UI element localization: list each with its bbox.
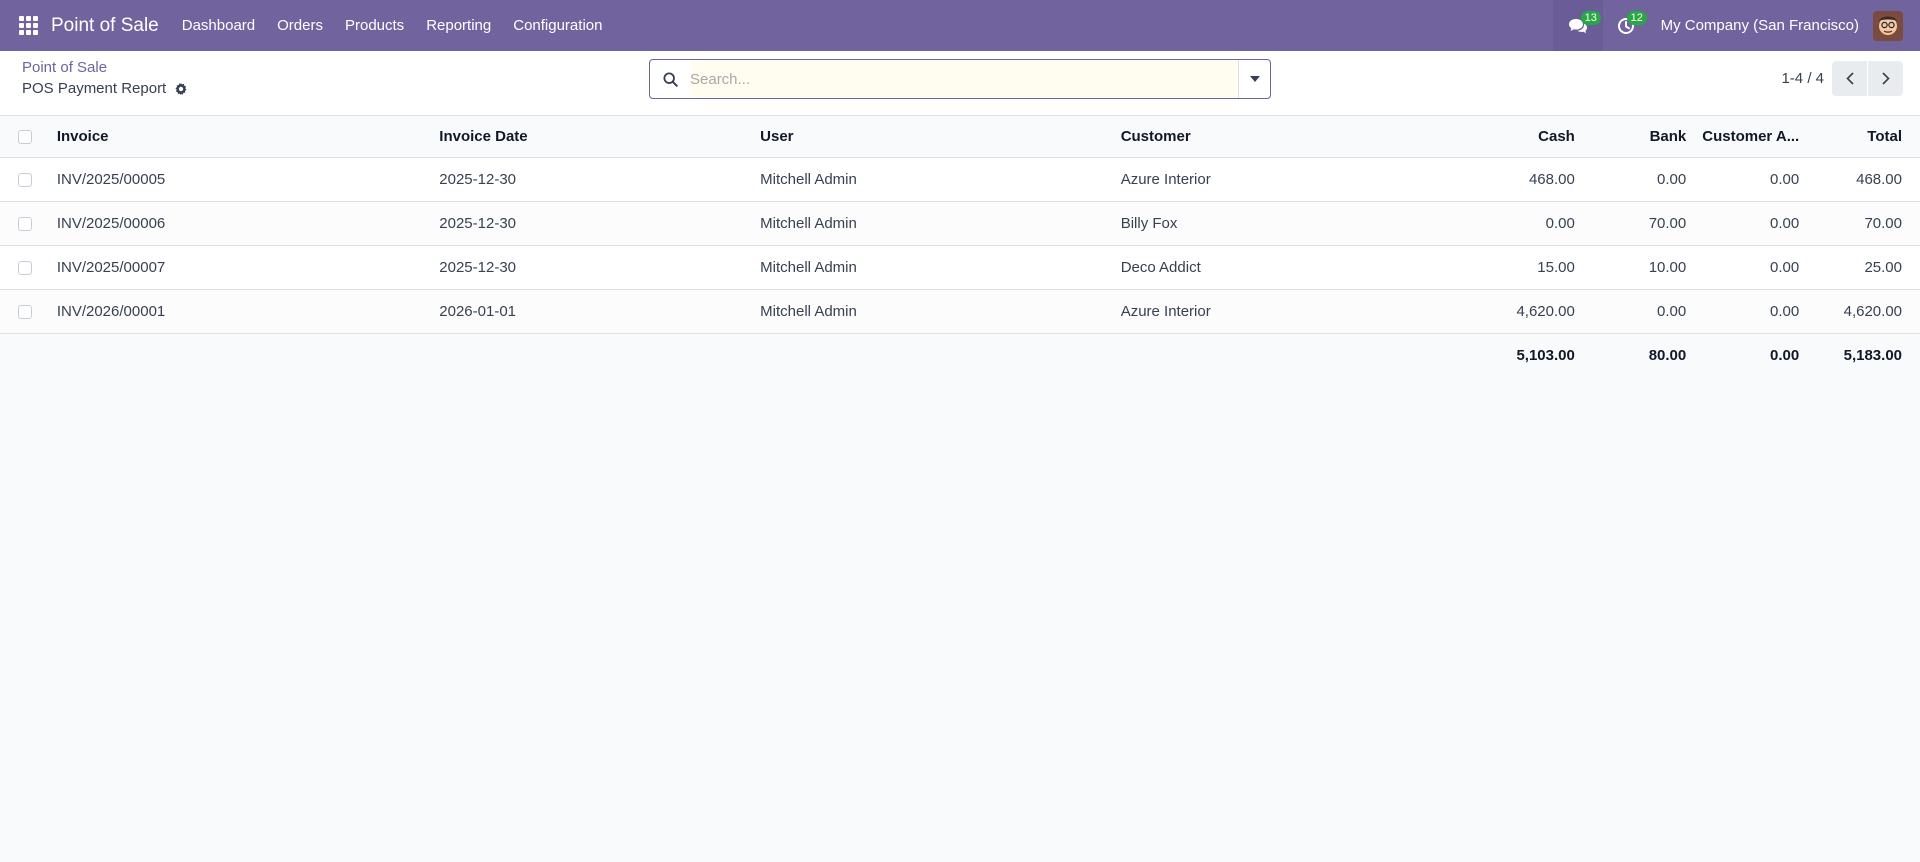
row-checkbox[interactable] [18,216,32,231]
menu-dashboard[interactable]: Dashboard [171,0,266,51]
cell-invoice: INV/2025/00005 [48,157,432,202]
cell-total: 25.00 [1807,245,1920,290]
row-select-cell [0,245,49,290]
menu-configuration[interactable]: Configuration [502,0,613,51]
cell-user: Mitchell Admin [752,157,1113,202]
table-row[interactable]: INV/2025/00007 2025-12-30 Mitchell Admin… [0,245,1920,290]
search-input[interactable] [690,60,1238,98]
total-bank: 80.00 [1582,333,1695,377]
cell-bank: 70.00 [1582,201,1695,246]
cell-invoice-date: 2025-12-30 [431,245,753,290]
cell-customer-account: 0.00 [1694,289,1808,334]
cell-total: 70.00 [1807,201,1920,246]
cell-user: Mitchell Admin [752,245,1113,290]
column-header-bank[interactable]: Bank [1582,116,1695,158]
cell-invoice: INV/2025/00007 [48,245,432,290]
column-header-customer[interactable]: Customer [1112,116,1411,158]
cell-total: 468.00 [1807,157,1920,202]
activity-button[interactable]: 12 [1603,0,1649,51]
totals-spacer [752,333,1113,377]
breadcrumb-point-of-sale[interactable]: Point of Sale [22,59,188,76]
cell-cash: 0.00 [1410,201,1583,246]
chevron-right-icon [1881,72,1890,85]
select-all-checkbox[interactable] [18,129,32,144]
table-row[interactable]: INV/2025/00006 2025-12-30 Mitchell Admin… [0,201,1920,246]
row-checkbox[interactable] [18,304,32,319]
column-header-cash[interactable]: Cash [1410,116,1583,158]
chat-count-badge: 13 [1580,11,1601,25]
table-row[interactable]: INV/2025/00005 2025-12-30 Mitchell Admin… [0,157,1920,202]
cell-invoice-date: 2026-01-01 [431,289,753,334]
table-row[interactable]: INV/2026/00001 2026-01-01 Mitchell Admin… [0,289,1920,334]
pager-previous-button[interactable] [1832,61,1867,96]
caret-down-icon [1249,76,1260,82]
cell-customer-account: 0.00 [1694,157,1808,202]
menu-orders[interactable]: Orders [266,0,334,51]
row-checkbox[interactable] [18,260,32,275]
pager-next-button[interactable] [1868,61,1903,96]
gear-icon[interactable] [174,82,188,96]
pager: 1-4 / 4 [1781,61,1903,96]
company-switcher[interactable]: My Company (San Francisco) [1661,17,1859,34]
user-avatar-icon [1873,10,1903,41]
cell-cash: 4,620.00 [1410,289,1583,334]
cell-customer: Azure Interior [1112,157,1411,202]
pager-value[interactable]: 1-4 / 4 [1781,70,1824,87]
row-checkbox[interactable] [18,172,32,187]
totals-spacer [48,333,432,377]
cell-bank: 0.00 [1582,157,1695,202]
cell-user: Mitchell Admin [752,201,1113,246]
column-header-invoice-date[interactable]: Invoice Date [431,116,753,158]
search-options-toggle[interactable] [1238,60,1270,98]
cell-cash: 468.00 [1410,157,1583,202]
page-title: POS Payment Report [22,80,167,97]
table-header-row: Invoice Invoice Date User Customer Cash … [0,116,1920,158]
row-select-cell [0,289,49,334]
cell-total: 4,620.00 [1807,289,1920,334]
cell-customer-account: 0.00 [1694,201,1808,246]
totals-row: 5,103.00 80.00 0.00 5,183.00 [0,333,1920,377]
cell-bank: 0.00 [1582,289,1695,334]
cell-user: Mitchell Admin [752,289,1113,334]
cell-invoice-date: 2025-12-30 [431,201,753,246]
search-icon [650,71,690,87]
select-all-cell [0,116,49,158]
payment-report-table: Invoice Invoice Date User Customer Cash … [0,116,1920,377]
total-amount: 5,183.00 [1807,333,1920,377]
cell-customer: Azure Interior [1112,289,1411,334]
cell-cash: 15.00 [1410,245,1583,290]
search-bar [649,59,1271,99]
totals-spacer [431,333,753,377]
control-panel: Point of Sale POS Payment Report 1-4 / 4 [0,51,1920,116]
menu-products[interactable]: Products [334,0,415,51]
row-select-cell [0,201,49,246]
messaging-button[interactable]: 13 [1552,0,1603,51]
chevron-left-icon [1845,72,1854,85]
column-header-invoice[interactable]: Invoice [48,116,432,158]
cell-invoice: INV/2025/00006 [48,201,432,246]
cell-invoice: INV/2026/00001 [48,289,432,334]
column-header-user[interactable]: User [752,116,1113,158]
menu-reporting[interactable]: Reporting [415,0,502,51]
total-customer-account: 0.00 [1694,333,1808,377]
apps-menu-icon[interactable] [19,15,39,36]
cell-customer: Billy Fox [1112,201,1411,246]
breadcrumb: Point of Sale POS Payment Report [22,59,188,97]
column-header-total[interactable]: Total [1807,116,1920,158]
activity-count-badge: 12 [1626,11,1647,25]
cell-customer-account: 0.00 [1694,245,1808,290]
app-brand[interactable]: Point of Sale [51,15,159,37]
top-navbar: Point of Sale Dashboard Orders Products … [0,0,1920,51]
totals-spacer [0,333,49,377]
user-avatar[interactable] [1873,10,1903,41]
cell-bank: 10.00 [1582,245,1695,290]
total-cash: 5,103.00 [1410,333,1583,377]
totals-spacer [1112,333,1411,377]
cell-customer: Deco Addict [1112,245,1411,290]
row-select-cell [0,157,49,202]
cell-invoice-date: 2025-12-30 [431,157,753,202]
column-header-customer-account[interactable]: Customer A... [1694,116,1808,158]
